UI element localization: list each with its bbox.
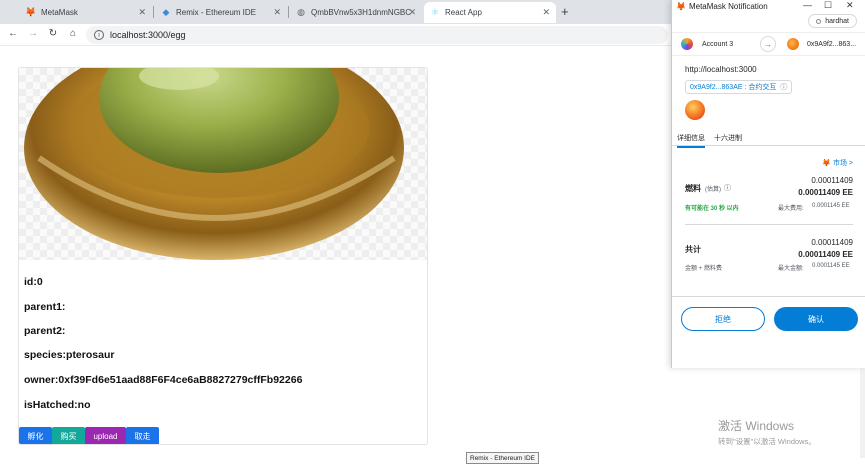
metamask-fox-icon: 🦊 <box>676 1 686 11</box>
globe-icon: ◍ <box>297 7 305 17</box>
fox-icon: 🦊 <box>822 160 831 167</box>
info-icon[interactable]: ⓘ <box>780 82 787 92</box>
tab-separator <box>288 6 289 18</box>
buy-button[interactable]: 购买 <box>52 427 85 444</box>
gas-estimate-tag: (估算) <box>705 187 721 193</box>
egg-image <box>19 68 427 260</box>
max-amount-label: 最大金额: <box>778 266 804 272</box>
egg-parent2: parent2: <box>24 325 66 337</box>
remix-icon: ◆ <box>162 7 170 17</box>
close-icon[interactable]: ✕ <box>138 7 146 18</box>
tab-label: QmbBVnw5x3H1dnmNGBCV <box>311 8 411 17</box>
to-avatar <box>787 38 799 50</box>
tab-react-app[interactable]: ⚛ React App ✕ <box>424 2 556 23</box>
withdraw-button[interactable]: 取走 <box>126 427 159 444</box>
maximize-icon[interactable]: ☐ <box>824 0 832 11</box>
page-content: id:0 parent1: parent2: species:pterosaur… <box>0 47 670 464</box>
total-label: 共计 <box>685 245 701 254</box>
total-value-bold: 0.00011409 EE <box>798 250 853 259</box>
window-title: MetaMask Notification <box>688 1 768 11</box>
total-sub-label: 金额 + 燃料费 <box>685 266 722 272</box>
upload-button[interactable]: upload <box>85 427 126 444</box>
watermark-subtitle: 转到"设置"以激活 Windows。 <box>718 437 816 446</box>
close-icon[interactable]: ✕ <box>846 0 854 11</box>
egg-id: id:0 <box>24 276 43 288</box>
request-origin: http://localhost:3000 <box>685 65 757 74</box>
info-icon[interactable]: ⓘ <box>724 183 731 193</box>
total-value-top: 0.00011409 <box>811 238 853 247</box>
gas-likely-text: 有可能在 30 秒 以内 <box>685 206 739 212</box>
minimize-icon[interactable]: — <box>803 0 812 10</box>
close-icon[interactable]: ✕ <box>273 7 281 18</box>
egg-card: id:0 parent1: parent2: species:pterosaur… <box>18 67 428 445</box>
max-fee-value: 0.0001145 EE <box>812 203 850 209</box>
back-button[interactable]: ← <box>6 28 20 39</box>
egg-parent1: parent1: <box>24 301 66 313</box>
reject-button[interactable]: 拒绝 <box>681 307 765 331</box>
close-icon[interactable]: ✕ <box>542 7 550 18</box>
contract-avatar <box>685 100 705 120</box>
egg-illustration <box>24 68 404 260</box>
contract-chip-label: 0x9A9f2...863AE : 合约交互 <box>690 84 777 91</box>
metamask-fox-icon: 🦊 <box>25 7 37 17</box>
market-link-label: 市场 > <box>832 160 853 167</box>
tab-details[interactable]: 详细信息 <box>677 133 705 148</box>
to-address[interactable]: 0x9A9f2...863... <box>807 41 856 48</box>
tooltip: Remix - Ethereum IDE <box>466 452 540 464</box>
windows-activation-watermark: 激活 Windows 转到"设置"以激活 Windows。 <box>718 417 816 447</box>
tab-metamask[interactable]: 🦊 MetaMask ✕ <box>20 2 152 23</box>
forward-button[interactable]: → <box>26 28 40 39</box>
gas-value-top: 0.00011409 <box>811 176 853 185</box>
site-info-icon[interactable]: i <box>94 30 104 40</box>
new-tab-button[interactable]: + <box>561 4 569 19</box>
egg-species: species:pterosaur <box>24 349 115 361</box>
url-text: localhost:3000/egg <box>110 30 186 40</box>
divider <box>685 224 853 225</box>
tab-separator <box>153 6 154 18</box>
confirm-button[interactable]: 确认 <box>774 307 858 331</box>
tab-hex[interactable]: 十六进制 <box>714 133 742 143</box>
network-dot-icon <box>816 18 822 24</box>
from-avatar <box>681 38 693 50</box>
max-amount-value: 0.0001145 EE <box>812 263 850 269</box>
tab-label: React App <box>445 8 482 17</box>
arrow-right-icon: → <box>760 36 776 52</box>
reload-button[interactable]: ↻ <box>46 28 60 39</box>
react-icon: ⚛ <box>430 7 440 17</box>
account-row: Account 3 → 0x9A9f2...863... <box>672 32 865 56</box>
home-button[interactable]: ⌂ <box>66 28 80 39</box>
watermark-title: 激活 Windows <box>718 419 795 433</box>
tab-label: MetaMask <box>41 8 78 17</box>
tab-remix[interactable]: ◆ Remix - Ethereum IDE ✕ <box>155 2 287 23</box>
gas-label: 燃料 <box>685 184 701 193</box>
tab-label: Remix - Ethereum IDE <box>176 8 257 17</box>
from-account: Account 3 <box>702 41 734 48</box>
address-bar[interactable]: i localhost:3000/egg <box>86 26 668 44</box>
metamask-notification-window: 🦊 MetaMask Notification — ☐ ✕ hardhat Ac… <box>671 0 865 368</box>
egg-ishatched: isHatched:no <box>24 399 91 411</box>
max-fee-label: 最大费用: <box>778 206 804 212</box>
details-tabs: 详细信息 十六进制 <box>672 130 865 148</box>
tab-ipfs[interactable]: ◍ QmbBVnw5x3H1dnmNGBCV ✕ <box>290 2 422 23</box>
metamask-footer: 拒绝 确认 <box>672 296 865 368</box>
contract-interaction-chip[interactable]: 0x9A9f2...863AE : 合约交互 ⓘ <box>685 80 793 94</box>
egg-owner: owner:0xf39Fd6e51aad88F6F4ce6aB8827279cf… <box>24 374 303 386</box>
metamask-title-bar: 🦊 MetaMask Notification <box>672 0 865 12</box>
gas-value-bold: 0.00011409 EE <box>798 188 853 197</box>
hatch-button[interactable]: 孵化 <box>19 427 52 444</box>
network-selector[interactable]: hardhat <box>808 14 857 28</box>
network-name: hardhat <box>825 17 849 25</box>
market-link[interactable]: 🦊 市场 > <box>822 158 853 168</box>
close-icon[interactable]: ✕ <box>408 7 416 18</box>
